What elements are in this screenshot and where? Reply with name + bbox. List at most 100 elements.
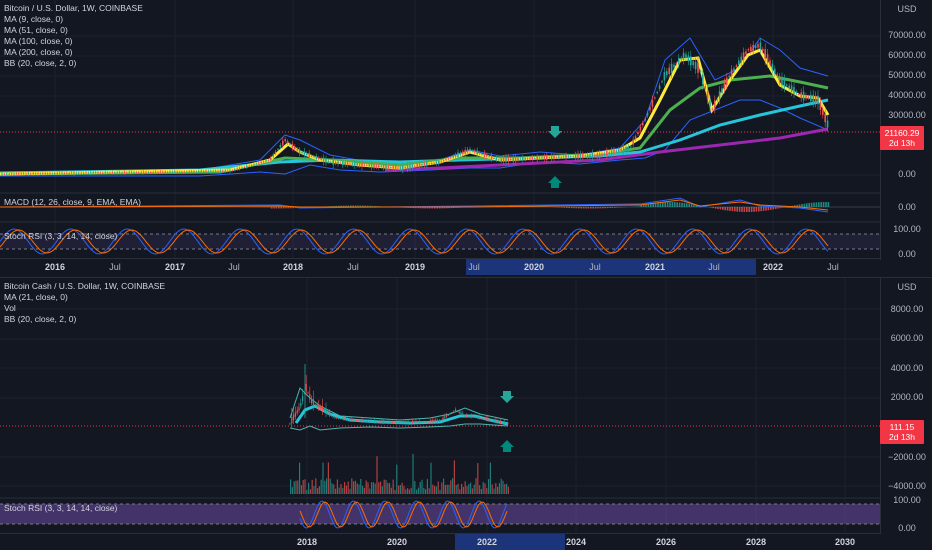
volume-bar — [360, 478, 362, 494]
candle-body — [205, 170, 207, 172]
bch-time-axis[interactable]: 2018 2020 2022 2024 2026 2028 2030 — [0, 533, 880, 550]
candle-body — [327, 412, 329, 414]
candle-body — [433, 162, 435, 164]
macd-bar — [287, 207, 290, 209]
bch-price-axis[interactable]: USD 8000.00 6000.00 4000.00 2000.00 −200… — [880, 278, 932, 534]
candle-body — [361, 419, 363, 422]
btc-chart-pane[interactable]: Bitcoin / U.S. Dollar, 1W, COINBASE MA (… — [0, 0, 932, 276]
stoch-axis-label: 100.00 — [893, 224, 921, 234]
candle-body — [798, 93, 800, 95]
candle-body — [426, 162, 428, 166]
macd-bar — [734, 207, 736, 212]
volume-bar — [327, 462, 329, 494]
macd-bar — [566, 207, 568, 208]
candle-body — [582, 154, 584, 158]
candle-body — [316, 404, 318, 407]
candle-body — [793, 87, 795, 94]
candle-body — [350, 418, 352, 421]
candle-body — [133, 172, 135, 174]
time-label: Jul — [347, 262, 359, 272]
candle-body — [620, 148, 622, 152]
candle-body — [615, 150, 618, 153]
candle-body — [742, 52, 745, 60]
candle-body — [399, 166, 402, 170]
macd-bar — [285, 207, 287, 209]
candle-body — [411, 421, 413, 424]
candle-body — [56, 172, 58, 174]
candle-body — [670, 63, 673, 73]
candle-body — [111, 172, 114, 174]
candle-body — [494, 420, 496, 422]
volume-bar — [498, 483, 500, 494]
macd-bar — [717, 207, 719, 210]
candle-body — [272, 154, 274, 157]
bch-chart-pane[interactable]: Bitcoin Cash / U.S. Dollar, 1W, COINBASE… — [0, 278, 932, 550]
volume-bar — [317, 488, 319, 494]
candle-body — [458, 411, 460, 414]
macd-bar — [765, 207, 767, 211]
candle-body — [3, 173, 6, 175]
candle-body — [80, 172, 82, 174]
candle-body — [824, 113, 826, 123]
time-label: 2028 — [745, 537, 767, 547]
volume-bar — [347, 481, 349, 494]
macd-bar — [714, 207, 717, 209]
candle-body — [301, 152, 303, 154]
candle-body — [253, 164, 255, 166]
candle-body — [594, 154, 596, 156]
candle-body — [22, 173, 25, 175]
candle-body — [142, 171, 145, 173]
candle-body — [754, 45, 757, 48]
candle-body — [485, 418, 487, 420]
candle-body — [94, 172, 97, 174]
candle-body — [692, 61, 694, 66]
macd-bar — [568, 207, 570, 209]
volume-bar — [410, 487, 412, 494]
macd-bar — [604, 207, 606, 209]
candle-body — [150, 171, 152, 173]
candle-body — [546, 155, 548, 160]
volume-bar — [428, 488, 430, 494]
candle-body — [733, 68, 735, 71]
macd-bar — [753, 207, 755, 212]
macd-bar — [578, 207, 580, 209]
volume-bar — [488, 479, 490, 494]
candle-body — [514, 157, 517, 162]
candle-body — [694, 61, 697, 70]
candle-body — [464, 149, 466, 154]
volume-bar — [324, 480, 326, 494]
macd-bar — [602, 207, 604, 209]
candle-body — [524, 157, 526, 160]
candle-body — [90, 172, 92, 174]
candle-body — [210, 170, 212, 172]
volume-bar — [322, 462, 324, 494]
candle-body — [104, 172, 106, 174]
candle-body — [819, 102, 822, 110]
candle-body — [302, 395, 304, 402]
volume-bar — [358, 484, 360, 494]
candle-body — [193, 171, 195, 173]
candle-body — [296, 410, 298, 414]
candle-body — [339, 162, 342, 164]
candle-body — [447, 158, 450, 160]
candle-body — [375, 421, 377, 423]
candle-body — [598, 153, 601, 158]
candle-body — [404, 166, 406, 168]
candle-body — [315, 155, 318, 159]
volume-bar — [452, 478, 454, 494]
candle-body — [740, 56, 742, 63]
candle-body — [368, 164, 370, 167]
candle-body — [224, 170, 226, 172]
macd-bar — [801, 204, 803, 207]
btc-time-axis[interactable]: 2016 Jul 2017 Jul 2018 Jul 2019 Jul 2020… — [0, 258, 880, 275]
candle-body — [438, 420, 440, 422]
macd-bar — [616, 207, 618, 208]
candle-body — [32, 172, 34, 175]
candle-body — [814, 95, 817, 103]
candle-body — [207, 170, 210, 172]
candle-body — [550, 155, 553, 160]
candle-body — [476, 150, 478, 155]
macd-axis-label: 0.00 — [898, 202, 916, 212]
candle-body — [345, 418, 347, 420]
macd-bar — [755, 207, 758, 212]
